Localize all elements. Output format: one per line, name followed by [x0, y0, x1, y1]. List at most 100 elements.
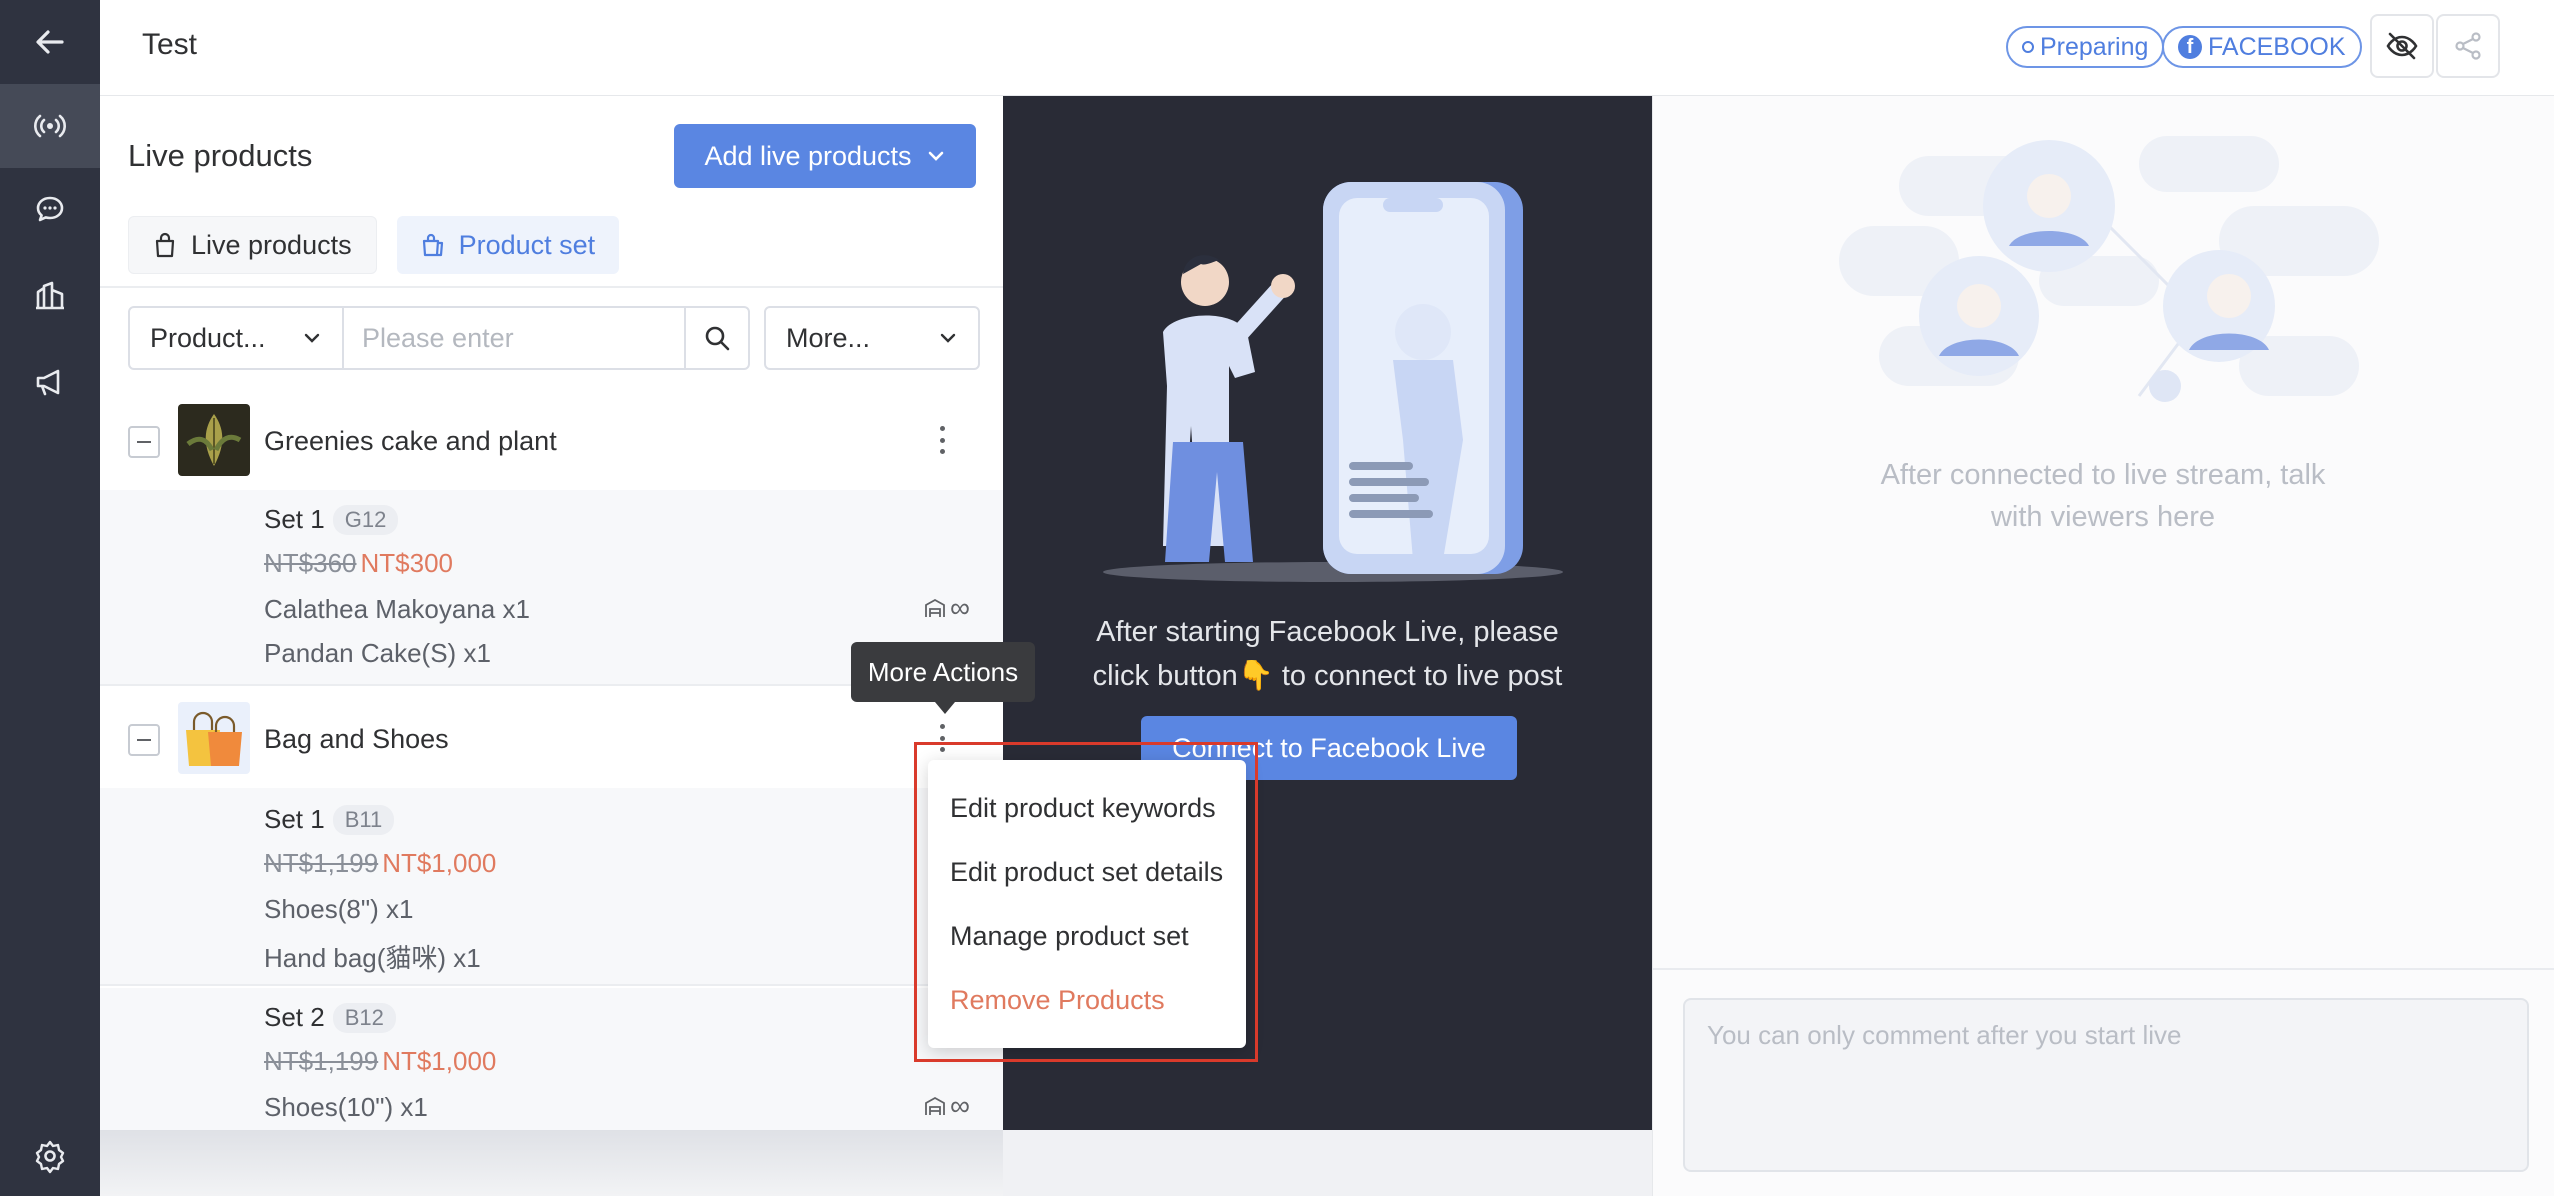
search-button[interactable]	[684, 306, 750, 370]
more-filters-value: More...	[786, 322, 871, 353]
visibility-toggle-button[interactable]	[2370, 14, 2434, 78]
store-icon	[36, 281, 64, 310]
set-item: Shoes(10") x1	[264, 1092, 428, 1122]
chevron-down-icon	[304, 333, 320, 343]
set-item: Shoes(8") x1	[264, 894, 414, 924]
status-badge-label: Preparing	[2040, 32, 2149, 61]
tab-live-products[interactable]: Live products	[128, 216, 377, 274]
panel-footer	[100, 1130, 1003, 1196]
nav-settings[interactable]	[0, 1116, 100, 1196]
search-placeholder: Please enter	[362, 322, 514, 353]
stock-indicator: ∞	[924, 1092, 970, 1120]
chat-illustration	[1839, 136, 2379, 402]
preview-line-1: After starting Facebook Live, please	[1096, 616, 1559, 648]
settings-gear-icon	[35, 1140, 65, 1174]
chat-icon	[36, 196, 64, 222]
divider	[1653, 968, 2554, 970]
chat-empty-hint: After connected to live stream, talk wit…	[1833, 454, 2373, 538]
panel-title: Live products	[128, 138, 313, 173]
original-price: NT$1,199	[264, 848, 379, 878]
page-title: Test	[142, 28, 198, 61]
eye-slash-icon	[2386, 32, 2418, 60]
more-actions-button[interactable]	[930, 422, 954, 458]
product-set-block: Set 2 B12 NT$1,199 NT$1,000 Shoes(10") x…	[100, 988, 1003, 1130]
share-icon	[2455, 32, 2481, 60]
product-group-row: Bag and Shoes	[100, 688, 1003, 788]
stock-infinite: ∞	[950, 1090, 970, 1121]
add-live-products-button[interactable]: Add live products	[674, 124, 976, 188]
back-arrow-icon	[36, 30, 64, 54]
live-illustration	[1103, 182, 1563, 582]
search-input[interactable]: Please enter	[344, 306, 684, 370]
menu-item-edit-set-details[interactable]: Edit product set details	[928, 840, 1246, 904]
more-filters-select[interactable]: More...	[764, 306, 980, 370]
set-price: NT$360 NT$300	[264, 548, 453, 579]
set-price: NT$1,199 NT$1,000	[264, 848, 496, 879]
divider	[100, 286, 1003, 288]
chat-hint-line-1: After connected to live stream, talk	[1880, 459, 2326, 491]
top-bar: Test Preparing f FACEBOOK	[100, 0, 2554, 96]
facebook-icon: f	[2178, 35, 2202, 59]
add-live-products-label: Add live products	[704, 140, 912, 171]
original-price: NT$360	[264, 548, 357, 578]
stock-infinite: ∞	[950, 592, 970, 623]
filter-bar: Product... Please enter More...	[128, 306, 980, 370]
menu-item-edit-keywords[interactable]: Edit product keywords	[928, 776, 1246, 840]
live-products-panel: Live products Add live products Live pro…	[100, 96, 1003, 1130]
set-price: NT$1,199 NT$1,000	[264, 1046, 496, 1077]
chevron-down-icon	[940, 333, 956, 343]
set-label: Set 2	[264, 1002, 325, 1032]
product-tabs: Live products Product set	[128, 216, 620, 274]
set-code-badge: B11	[332, 804, 395, 835]
product-group-name: Greenies cake and plant	[264, 426, 557, 456]
nav-chat[interactable]	[0, 168, 100, 252]
product-group-row: Greenies cake and plant	[100, 390, 1003, 490]
product-type-select[interactable]: Product...	[128, 306, 344, 370]
product-thumbnail	[178, 702, 250, 774]
product-set-block: Set 1 B11 NT$1,199 NT$1,000 Shoes(8") x1…	[100, 788, 1003, 986]
set-code-badge: B12	[332, 1002, 396, 1033]
original-price: NT$1,199	[264, 1046, 379, 1076]
set-header: Set 2 B12	[264, 1002, 396, 1033]
product-thumbnail	[178, 404, 250, 476]
set-header: Set 1 B11	[264, 804, 395, 835]
chat-panel: After connected to live stream, talk wit…	[1652, 96, 2554, 1196]
platform-badge: f FACEBOOK	[2162, 26, 2362, 68]
back-button[interactable]	[0, 0, 100, 84]
preview-instructions: After starting Facebook Live, please cli…	[1003, 610, 1652, 698]
set-item: Pandan Cake(S) x1	[264, 638, 491, 668]
chat-hint-line-2: with viewers here	[1990, 501, 2216, 533]
warehouse-icon	[925, 1096, 945, 1115]
set-header: Set 1 G12	[264, 504, 399, 535]
set-label: Set 1	[264, 804, 325, 834]
tab-live-products-label: Live products	[191, 229, 352, 260]
shopping-bag-icon	[155, 232, 175, 258]
comment-placeholder: You can only comment after you start liv…	[1707, 1020, 2182, 1050]
status-dot-icon	[2022, 41, 2034, 53]
tab-product-set-label: Product set	[458, 229, 596, 260]
more-actions-button[interactable]	[930, 720, 954, 756]
warehouse-icon	[925, 598, 945, 617]
set-item: Calathea Makoyana x1	[264, 594, 530, 624]
comment-input[interactable]: You can only comment after you start liv…	[1683, 998, 2529, 1172]
collapse-toggle[interactable]	[128, 724, 160, 756]
sale-price: NT$1,000	[382, 848, 497, 878]
nav-live-broadcast[interactable]	[0, 84, 100, 168]
menu-item-manage-set[interactable]: Manage product set	[928, 904, 1246, 968]
tab-product-set[interactable]: Product set	[396, 216, 620, 274]
set-code-badge: G12	[332, 504, 399, 535]
bags-icon	[422, 233, 443, 257]
collapse-toggle[interactable]	[128, 426, 160, 458]
sale-price: NT$1,000	[382, 1046, 497, 1076]
share-button[interactable]	[2436, 14, 2500, 78]
megaphone-icon	[36, 369, 60, 396]
stock-indicator: ∞	[924, 594, 970, 622]
menu-item-remove-products[interactable]: Remove Products	[928, 968, 1246, 1032]
set-item: Hand bag(貓咪) x1	[264, 943, 481, 973]
product-type-value: Product...	[150, 322, 266, 353]
platform-badge-label: FACEBOOK	[2208, 32, 2346, 61]
search-icon	[705, 326, 730, 351]
nav-store[interactable]	[0, 254, 100, 338]
status-badge: Preparing	[2006, 26, 2165, 68]
nav-marketing[interactable]	[0, 340, 100, 424]
